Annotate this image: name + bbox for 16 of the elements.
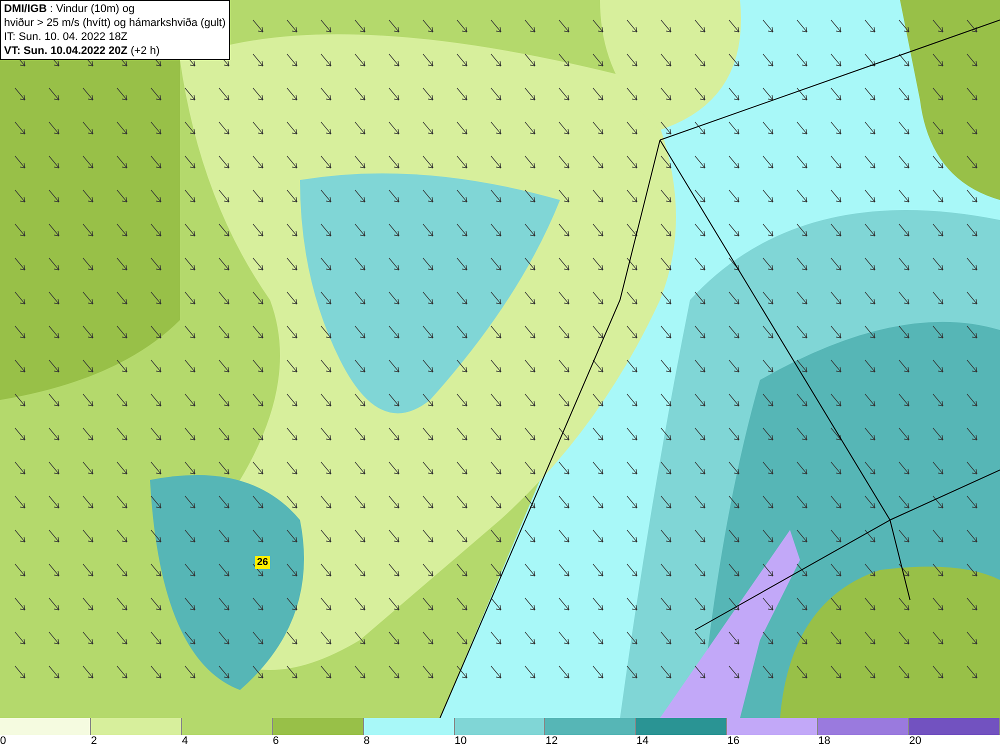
- legend-label: 6: [272, 735, 279, 747]
- legend-label: 2: [90, 735, 98, 747]
- info-text: DMI/IGB : Vindur (10m) og: [4, 2, 136, 16]
- legend-label: 0: [0, 735, 6, 747]
- legend-label: 8: [364, 735, 370, 747]
- info-text: hviður > 25 m/s (hvítt) og hámarkshviða (gult): [4, 16, 226, 30]
- info-text: VT: Sun. 10.04.2022 20Z (+2 h): [4, 44, 161, 58]
- legend-label: 20: [909, 735, 922, 747]
- legend-label: 16: [727, 735, 740, 747]
- legend-label: 18: [818, 735, 830, 747]
- max-gust-label: 26: [255, 556, 270, 569]
- info-text: IT: Sun. 10. 04. 2022 18Z: [4, 30, 129, 44]
- legend-label: 10: [454, 735, 467, 747]
- legend-label: 4: [182, 735, 188, 747]
- legend-label: 14: [636, 735, 649, 747]
- legend-label: 12: [545, 735, 558, 747]
